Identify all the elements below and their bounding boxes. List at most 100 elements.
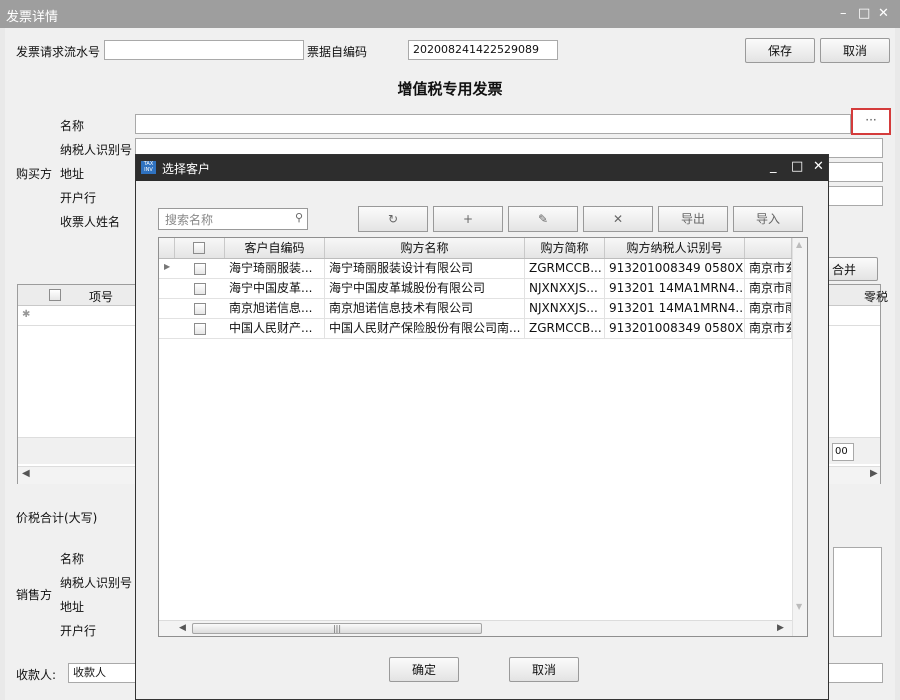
buyer-bank-label: 开户行	[60, 191, 97, 205]
invoice-title: 增值税专用发票	[397, 80, 503, 98]
confirm-button[interactable]: 确定	[389, 657, 459, 682]
scroll-right-icon[interactable]: ▶	[870, 468, 878, 479]
code-label: 票据自编码	[307, 45, 368, 59]
row-checkbox[interactable]	[194, 303, 206, 315]
row-checkbox[interactable]	[194, 283, 206, 295]
window-titlebar: 发票详情 – □ ✕	[0, 0, 900, 28]
row-checkbox[interactable]	[194, 323, 206, 335]
delete-icon: ✕	[612, 212, 624, 226]
scroll-down-icon[interactable]: ▼	[796, 602, 802, 611]
search-icon: ⚲	[294, 211, 303, 224]
select-all-header	[175, 238, 225, 258]
dialog-close-icon[interactable]: ✕	[813, 159, 824, 174]
goods-zero-tax-header: 零税	[864, 290, 889, 304]
seller-label: 销售方	[16, 588, 53, 602]
cell-name: 南京旭诺信息技术有限公司	[325, 299, 525, 318]
row-indicator-header	[159, 238, 175, 258]
scroll-right-icon[interactable]: ▶	[777, 623, 784, 633]
dialog-maximize-icon[interactable]: □	[791, 159, 803, 174]
vertical-scrollbar[interactable]: ▲ ▼	[792, 238, 807, 636]
cell-short: ZGRMCCB...	[525, 319, 605, 338]
cell-code: 海宁中国皮革...	[225, 279, 325, 298]
save-button[interactable]: 保存	[745, 38, 815, 63]
column-header-name[interactable]: 购方名称	[325, 238, 525, 258]
column-header-taxid[interactable]: 购方纳税人识别号	[605, 238, 745, 258]
dialog-titlebar: TAX INV 选择客户 _ □ ✕	[136, 155, 828, 181]
buyer-bank-input[interactable]	[820, 186, 883, 206]
seller-address-label: 地址	[60, 600, 85, 614]
total-label: 价税合计(大写)	[16, 511, 98, 525]
add-button[interactable]: +	[433, 206, 503, 232]
cell-address: 南京市雨	[745, 299, 792, 318]
table-row[interactable]: 南京旭诺信息... 南京旭诺信息技术有限公司 NJXNXXJS... 91320…	[159, 299, 792, 319]
receiver-name-label: 收票人姓名	[60, 215, 121, 229]
cell-code: 海宁琦丽服装...	[225, 259, 325, 278]
select-customer-dialog: TAX INV 选择客户 _ □ ✕ 搜索名称 ⚲ ↻ + ✎ ✕ 导出 导入 …	[135, 154, 829, 700]
scroll-left-icon[interactable]: ◀	[179, 623, 186, 633]
cell-address: 南京市玄	[745, 319, 792, 338]
scroll-thumb[interactable]: |||	[192, 623, 482, 634]
export-button[interactable]: 导出	[658, 206, 728, 232]
dialog-title: 选择客户	[162, 162, 211, 176]
cell-taxid: 913201 14MA1MRN4...	[605, 279, 745, 298]
cell-short: NJXNXXJS...	[525, 299, 605, 318]
select-all-checkbox[interactable]	[193, 242, 205, 254]
cell-code: 南京旭诺信息...	[225, 299, 325, 318]
table-row[interactable]: 海宁中国皮革... 海宁中国皮革城股份有限公司 NJXNXXJS... 9132…	[159, 279, 792, 299]
cell-short: ZGRMCCB...	[525, 259, 605, 278]
amount-field[interactable]: 00	[832, 443, 854, 461]
horizontal-scrollbar[interactable]: ◀ ||| ▶	[159, 620, 792, 636]
serial-input[interactable]	[104, 40, 304, 60]
buyer-label: 购买方	[16, 167, 53, 181]
refresh-icon: ↻	[387, 212, 399, 226]
serial-label: 发票请求流水号	[16, 45, 101, 59]
window-title: 发票详情	[6, 10, 59, 25]
dialog-cancel-button[interactable]: 取消	[509, 657, 579, 682]
edit-icon: ✎	[537, 212, 549, 226]
column-header-code[interactable]: 客户自编码	[225, 238, 325, 258]
customer-grid-header: 客户自编码 购方名称 购方简称 购方纳税人识别号	[159, 238, 792, 259]
cancel-button[interactable]: 取消	[820, 38, 890, 63]
app-logo-icon: TAX INV	[141, 161, 156, 174]
cell-name: 中国人民财产保险股份有限公司南...	[325, 319, 525, 338]
column-header-address[interactable]	[745, 238, 792, 258]
cell-code: 中国人民财产...	[225, 319, 325, 338]
maximize-icon[interactable]: □	[858, 6, 870, 21]
code-input[interactable]: 202008241422529089	[408, 40, 558, 60]
refresh-button[interactable]: ↻	[358, 206, 428, 232]
column-header-short[interactable]: 购方简称	[525, 238, 605, 258]
more-icon[interactable]: ···	[851, 108, 891, 135]
import-button[interactable]: 导入	[733, 206, 803, 232]
row-checkbox[interactable]	[194, 263, 206, 275]
minimize-icon[interactable]: –	[840, 6, 847, 21]
cell-name: 海宁琦丽服装设计有限公司	[325, 259, 525, 278]
seller-name-label: 名称	[60, 552, 85, 566]
buyer-taxid-label: 纳税人识别号	[60, 143, 133, 157]
cell-address: 南京市雨	[745, 279, 792, 298]
scroll-left-icon[interactable]: ◀	[22, 468, 30, 479]
buyer-name-input[interactable]	[135, 114, 851, 134]
close-icon[interactable]: ✕	[878, 6, 889, 21]
scroll-up-icon[interactable]: ▲	[796, 240, 802, 249]
customer-grid: 客户自编码 购方名称 购方简称 购方纳税人识别号 ▶ 海宁琦丽服装... 海宁琦…	[158, 237, 808, 637]
reviewer-input[interactable]	[820, 663, 883, 683]
payee-input[interactable]: 收款人	[68, 663, 138, 683]
search-input[interactable]: 搜索名称 ⚲	[158, 208, 308, 230]
remarks-textarea[interactable]	[833, 547, 882, 637]
dialog-minimize-icon[interactable]: _	[770, 159, 777, 174]
goods-select-all-checkbox[interactable]	[49, 289, 61, 301]
add-icon: +	[462, 212, 474, 226]
seller-bank-label: 开户行	[60, 624, 97, 638]
edit-button[interactable]: ✎	[508, 206, 578, 232]
search-placeholder: 搜索名称	[165, 213, 214, 227]
goods-item-header: 项号	[89, 290, 114, 304]
current-row-icon: ▶	[164, 262, 171, 271]
new-row-icon: ✱	[22, 309, 31, 320]
buyer-name-label: 名称	[60, 119, 85, 133]
cell-taxid: 913201008349 0580XB	[605, 319, 745, 338]
delete-button[interactable]: ✕	[583, 206, 653, 232]
buyer-address-label: 地址	[60, 167, 85, 181]
table-row[interactable]: ▶ 海宁琦丽服装... 海宁琦丽服装设计有限公司 ZGRMCCB... 9132…	[159, 259, 792, 279]
buyer-address-input[interactable]	[820, 162, 883, 182]
table-row[interactable]: 中国人民财产... 中国人民财产保险股份有限公司南... ZGRMCCB... …	[159, 319, 792, 339]
